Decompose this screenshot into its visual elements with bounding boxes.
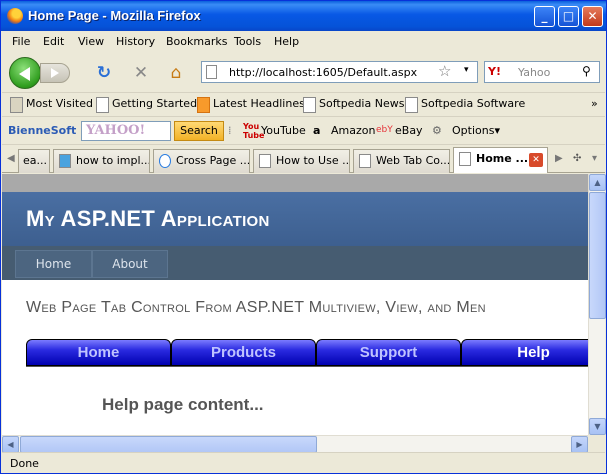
options-label: Options [452,124,495,137]
title-bar: Home Page - Mozilla Firefox _ □ ✕ [1,1,606,31]
site-nav-menu: Home About [2,246,588,280]
amazon-icon: a [313,124,321,137]
url-dropdown-icon[interactable]: ▾ [464,65,469,75]
yahoo-search-input[interactable]: YAHOO! [81,121,171,141]
close-tab-icon[interactable]: ✕ [529,153,543,167]
scrollbar-corner [588,435,605,452]
biennesoft-brand[interactable]: BienneSoft [8,124,76,137]
browser-tab-6-active[interactable]: Home ... ✕ [453,147,548,173]
site-nav-about[interactable]: About [92,250,168,278]
firefox-window: Home Page - Mozilla Firefox _ □ ✕ File E… [0,0,607,474]
browser-tab-5[interactable]: Web Tab Co... [353,149,450,173]
url-text[interactable]: http://localhost:1605/Default.aspx [229,66,417,79]
scroll-up-icon[interactable]: ▲ [589,174,606,191]
bookmark-softpedia-news[interactable]: Softpedia News [301,97,404,113]
back-button[interactable] [9,57,41,89]
home-icon[interactable]: ⌂ [165,63,187,85]
ebay-link[interactable]: eBay [395,124,423,137]
youtube-link[interactable]: YouTube [261,124,306,137]
minimize-button[interactable]: _ [534,6,555,27]
page-viewport: My ASP.NET Application Home About Web Pa… [2,174,588,435]
page-icon [206,65,217,79]
horizontal-scrollbar[interactable]: ◀ ▶ [2,435,588,453]
bookmark-star-icon[interactable]: ☆ [438,62,451,80]
menu-file[interactable]: File [12,35,30,48]
biennesoft-toolbar: BienneSoft YAHOO! Search ⁞ You Tube YouTu… [2,117,605,145]
tab-label: Home ... [476,152,529,165]
menu-view[interactable]: View [78,35,104,48]
search-placeholder: Yahoo [518,66,551,79]
yahoo-search-button[interactable]: Search [174,121,224,141]
menu-bookmarks[interactable]: Bookmarks [166,35,227,48]
yahoo-engine-icon[interactable]: Y! [488,65,501,78]
page-top-band [2,174,588,192]
page-tab-products[interactable]: Products [171,339,316,366]
bookmark-getting-started[interactable]: Getting Started [94,97,197,113]
browser-tab-3[interactable]: Cross Page ... [153,149,250,173]
forward-button[interactable] [40,63,70,83]
browser-tab-bar: ◀ ea... how to impl... Cross Page ... Ho… [2,145,605,173]
window-title: Home Page - Mozilla Firefox [28,8,201,23]
bookmark-most-visited[interactable]: Most Visited [8,97,93,113]
status-text: Done [10,457,39,470]
page-favicon [359,154,371,168]
search-box[interactable]: Y! Yahoo ⚲ [484,61,600,83]
tab-dropdown-icon[interactable]: ▾ [592,153,597,164]
tab-scroll-right-icon[interactable]: ▶ [555,153,563,164]
site-header: My ASP.NET Application [2,192,588,246]
status-bar: Done [2,452,605,473]
toolbar-separator-icon: ⁞ [228,124,232,137]
tab-label: How to Use ... [276,154,350,167]
site-nav-home[interactable]: Home [15,250,92,278]
url-bar[interactable]: http://localhost:1605/Default.aspx ☆ ▾ [201,61,478,83]
amazon-link[interactable]: Amazon [331,124,375,137]
options-gear-icon: ⚙ [432,124,442,137]
page-heading: Web Page Tab Control From ASP.NET Multiv… [26,299,486,316]
bookmark-softpedia-software[interactable]: Softpedia Software [403,97,525,113]
stop-icon[interactable]: ✕ [130,63,152,85]
scroll-left-icon[interactable]: ◀ [2,436,19,453]
menu-tools[interactable]: Tools [234,35,261,48]
tab-label: Cross Page ... [176,154,250,167]
page-favicon [459,152,471,166]
vertical-scroll-thumb[interactable] [589,192,606,319]
bookmark-latest-headlines[interactable]: Latest Headlines [195,97,305,113]
maximize-button[interactable]: □ [558,6,579,27]
menu-help[interactable]: Help [274,35,299,48]
tab-scroll-left-icon[interactable]: ◀ [7,153,15,164]
menu-bar: File Edit View History Bookmarks Tools H… [2,31,605,53]
scroll-right-icon[interactable]: ▶ [571,436,588,453]
firefox-icon [7,8,23,24]
menu-history[interactable]: History [116,35,155,48]
site-title: My ASP.NET Application [26,206,270,231]
scroll-down-icon[interactable]: ▼ [589,418,606,435]
page-tab-control: Home Products Support Help [26,339,588,367]
reload-icon[interactable]: ↻ [93,63,115,85]
page-tab-support[interactable]: Support [316,339,461,366]
browser-tab-1[interactable]: ea... [18,149,50,173]
menu-edit[interactable]: Edit [43,35,64,48]
page-favicon [259,154,271,168]
tab-label: how to impl... [76,154,150,167]
options-menu[interactable]: Options▾ [452,124,500,137]
browser-tab-4[interactable]: How to Use ... [253,149,350,173]
search-icon[interactable]: ⚲ [582,64,591,78]
vertical-scrollbar[interactable]: ▲ ▼ [588,174,606,435]
bookmarks-overflow-icon[interactable]: » [591,97,598,110]
site-favicon [159,154,171,168]
tab-label: Web Tab Co... [376,154,450,167]
browser-tab-2[interactable]: how to impl... [53,149,150,173]
google-favicon [59,154,71,168]
tab-label: ea... [23,154,47,167]
bookmarks-toolbar: Most Visited Getting Started Latest Head… [2,93,605,117]
help-content-text: Help page content... [102,395,264,414]
tab-list-icon[interactable]: ✣ [573,153,581,164]
navigation-toolbar: ↻ ✕ ⌂ http://localhost:1605/Default.aspx… [2,53,605,93]
page-tab-help[interactable]: Help [461,339,588,366]
horizontal-scroll-thumb[interactable] [20,436,317,453]
ebay-icon: ebY [376,125,393,135]
page-tab-home[interactable]: Home [26,339,171,366]
close-button[interactable]: ✕ [582,6,603,27]
